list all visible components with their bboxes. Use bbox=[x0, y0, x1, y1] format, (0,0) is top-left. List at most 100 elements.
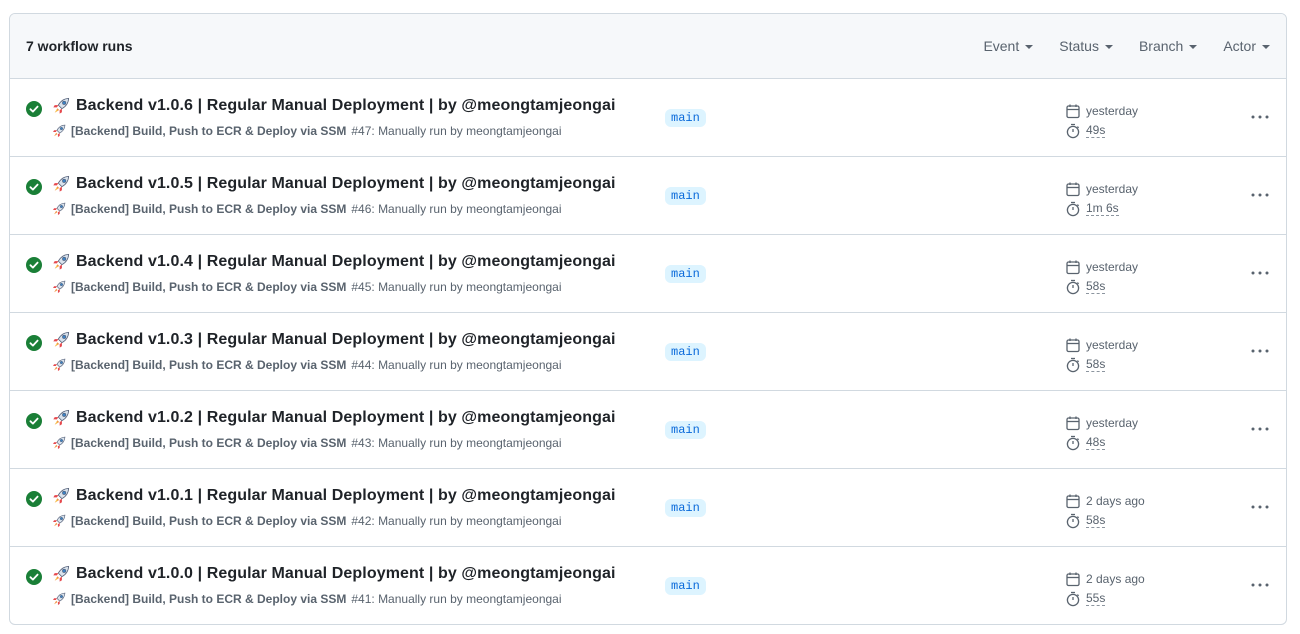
run-title-line[interactable]: Backend v1.0.1 | Regular Manual Deployme… bbox=[52, 487, 616, 505]
workflow-name: [Backend] Build, Push to ECR & Deploy vi… bbox=[71, 592, 347, 606]
rocket-icon bbox=[53, 409, 70, 426]
run-meta: 2 days ago 55s bbox=[1065, 569, 1145, 609]
branch-label[interactable]: main bbox=[665, 109, 706, 127]
filter-actor-label: Actor bbox=[1223, 38, 1256, 54]
workflow-name: [Backend] Build, Push to ECR & Deploy vi… bbox=[71, 514, 347, 528]
stopwatch-icon bbox=[1066, 435, 1080, 451]
check-circle-fill-icon bbox=[26, 569, 42, 585]
rocket-icon bbox=[53, 97, 70, 114]
workflow-run-row[interactable]: Backend v1.0.4 | Regular Manual Deployme… bbox=[10, 235, 1286, 313]
kebab-horizontal-icon[interactable] bbox=[1247, 185, 1273, 205]
kebab-horizontal-icon[interactable] bbox=[1247, 263, 1273, 283]
kebab-horizontal-icon[interactable] bbox=[1247, 341, 1273, 361]
filter-event-label: Event bbox=[983, 38, 1020, 54]
calendar-icon bbox=[1066, 338, 1080, 353]
stopwatch-icon bbox=[1066, 591, 1080, 607]
branch-label[interactable]: main bbox=[665, 499, 706, 517]
runs-header: 7 workflow runs Event Status Branch Acto… bbox=[10, 14, 1286, 79]
run-meta: yesterday 1m 6s bbox=[1065, 179, 1138, 219]
workflow-name: [Backend] Build, Push to ECR & Deploy vi… bbox=[71, 124, 347, 138]
run-title[interactable]: Backend v1.0.3 | Regular Manual Deployme… bbox=[76, 331, 616, 349]
check-circle-fill-icon bbox=[26, 101, 42, 117]
branch-label[interactable]: main bbox=[665, 187, 706, 205]
run-date: 2 days ago bbox=[1086, 494, 1145, 508]
run-title[interactable]: Backend v1.0.4 | Regular Manual Deployme… bbox=[76, 253, 616, 271]
run-info: #43: Manually run by meongtamjeongai bbox=[351, 436, 562, 450]
branch-label[interactable]: main bbox=[665, 577, 706, 595]
rocket-icon bbox=[53, 202, 66, 215]
workflow-run-row[interactable]: Backend v1.0.1 | Regular Manual Deployme… bbox=[10, 469, 1286, 547]
rocket-icon bbox=[53, 175, 70, 192]
run-title[interactable]: Backend v1.0.0 | Regular Manual Deployme… bbox=[76, 565, 616, 583]
workflow-run-row[interactable]: Backend v1.0.5 | Regular Manual Deployme… bbox=[10, 157, 1286, 235]
kebab-horizontal-icon[interactable] bbox=[1247, 419, 1273, 439]
run-date: yesterday bbox=[1086, 260, 1139, 274]
rocket-icon bbox=[53, 565, 70, 582]
filter-branch[interactable]: Branch bbox=[1138, 38, 1198, 54]
kebab-horizontal-icon[interactable] bbox=[1247, 107, 1273, 127]
run-subtitle: [Backend] Build, Push to ECR & Deploy vi… bbox=[52, 592, 562, 606]
stopwatch-icon bbox=[1066, 123, 1080, 139]
run-title-line[interactable]: Backend v1.0.0 | Regular Manual Deployme… bbox=[52, 565, 616, 583]
run-duration: 1m 6s bbox=[1086, 201, 1119, 216]
run-duration: 55s bbox=[1086, 591, 1106, 606]
run-title[interactable]: Backend v1.0.5 | Regular Manual Deployme… bbox=[76, 175, 616, 193]
run-date: yesterday bbox=[1086, 416, 1139, 430]
rocket-icon bbox=[53, 331, 70, 348]
filter-actor[interactable]: Actor bbox=[1223, 38, 1270, 54]
rocket-icon bbox=[53, 487, 70, 504]
workflow-run-row[interactable]: Backend v1.0.0 | Regular Manual Deployme… bbox=[10, 547, 1286, 624]
branch-label[interactable]: main bbox=[665, 343, 706, 361]
caret-down-icon bbox=[1189, 44, 1198, 49]
filter-status[interactable]: Status bbox=[1059, 38, 1113, 54]
calendar-icon bbox=[1066, 182, 1080, 197]
run-meta: yesterday 49s bbox=[1065, 101, 1138, 141]
workflow-run-row[interactable]: Backend v1.0.6 | Regular Manual Deployme… bbox=[10, 79, 1286, 157]
filter-bar: Event Status Branch Actor bbox=[957, 14, 1270, 78]
calendar-icon bbox=[1066, 260, 1080, 275]
run-subtitle: [Backend] Build, Push to ECR & Deploy vi… bbox=[52, 202, 562, 216]
calendar-icon bbox=[1066, 572, 1080, 587]
run-date: 2 days ago bbox=[1086, 572, 1145, 586]
run-title[interactable]: Backend v1.0.1 | Regular Manual Deployme… bbox=[76, 487, 616, 505]
run-title-line[interactable]: Backend v1.0.4 | Regular Manual Deployme… bbox=[52, 253, 616, 271]
run-date: yesterday bbox=[1086, 338, 1139, 352]
check-circle-fill-icon bbox=[26, 413, 42, 429]
stopwatch-icon bbox=[1066, 201, 1080, 217]
run-title[interactable]: Backend v1.0.6 | Regular Manual Deployme… bbox=[76, 97, 616, 115]
caret-down-icon bbox=[1025, 44, 1034, 49]
run-title-line[interactable]: Backend v1.0.2 | Regular Manual Deployme… bbox=[52, 409, 616, 427]
stopwatch-icon bbox=[1066, 279, 1080, 295]
run-meta: yesterday 48s bbox=[1065, 413, 1138, 453]
run-title-line[interactable]: Backend v1.0.5 | Regular Manual Deployme… bbox=[52, 175, 616, 193]
run-meta: yesterday 58s bbox=[1065, 335, 1138, 375]
branch-label[interactable]: main bbox=[665, 265, 706, 283]
runs-list: Backend v1.0.6 | Regular Manual Deployme… bbox=[10, 79, 1286, 624]
run-meta: yesterday 58s bbox=[1065, 257, 1138, 297]
run-title-line[interactable]: Backend v1.0.6 | Regular Manual Deployme… bbox=[52, 97, 616, 115]
run-date: yesterday bbox=[1086, 104, 1139, 118]
run-info: #44: Manually run by meongtamjeongai bbox=[351, 358, 562, 372]
kebab-horizontal-icon[interactable] bbox=[1247, 575, 1273, 595]
run-meta: 2 days ago 58s bbox=[1065, 491, 1145, 531]
branch-label[interactable]: main bbox=[665, 421, 706, 439]
run-info: #45: Manually run by meongtamjeongai bbox=[351, 280, 562, 294]
filter-status-label: Status bbox=[1059, 38, 1099, 54]
filter-event[interactable]: Event bbox=[983, 38, 1034, 54]
run-info: #46: Manually run by meongtamjeongai bbox=[351, 202, 562, 216]
filter-branch-label: Branch bbox=[1138, 38, 1184, 54]
check-circle-fill-icon bbox=[26, 257, 42, 273]
calendar-icon bbox=[1066, 416, 1080, 431]
kebab-horizontal-icon[interactable] bbox=[1247, 497, 1273, 517]
calendar-icon bbox=[1066, 494, 1080, 509]
run-title-line[interactable]: Backend v1.0.3 | Regular Manual Deployme… bbox=[52, 331, 616, 349]
run-date: yesterday bbox=[1086, 182, 1139, 196]
run-title[interactable]: Backend v1.0.2 | Regular Manual Deployme… bbox=[76, 409, 616, 427]
run-duration: 58s bbox=[1086, 513, 1106, 528]
caret-down-icon bbox=[1104, 44, 1113, 49]
workflow-run-row[interactable]: Backend v1.0.3 | Regular Manual Deployme… bbox=[10, 313, 1286, 391]
workflow-run-row[interactable]: Backend v1.0.2 | Regular Manual Deployme… bbox=[10, 391, 1286, 469]
run-subtitle: [Backend] Build, Push to ECR & Deploy vi… bbox=[52, 514, 562, 528]
rocket-icon bbox=[53, 280, 66, 293]
run-subtitle: [Backend] Build, Push to ECR & Deploy vi… bbox=[52, 280, 562, 294]
